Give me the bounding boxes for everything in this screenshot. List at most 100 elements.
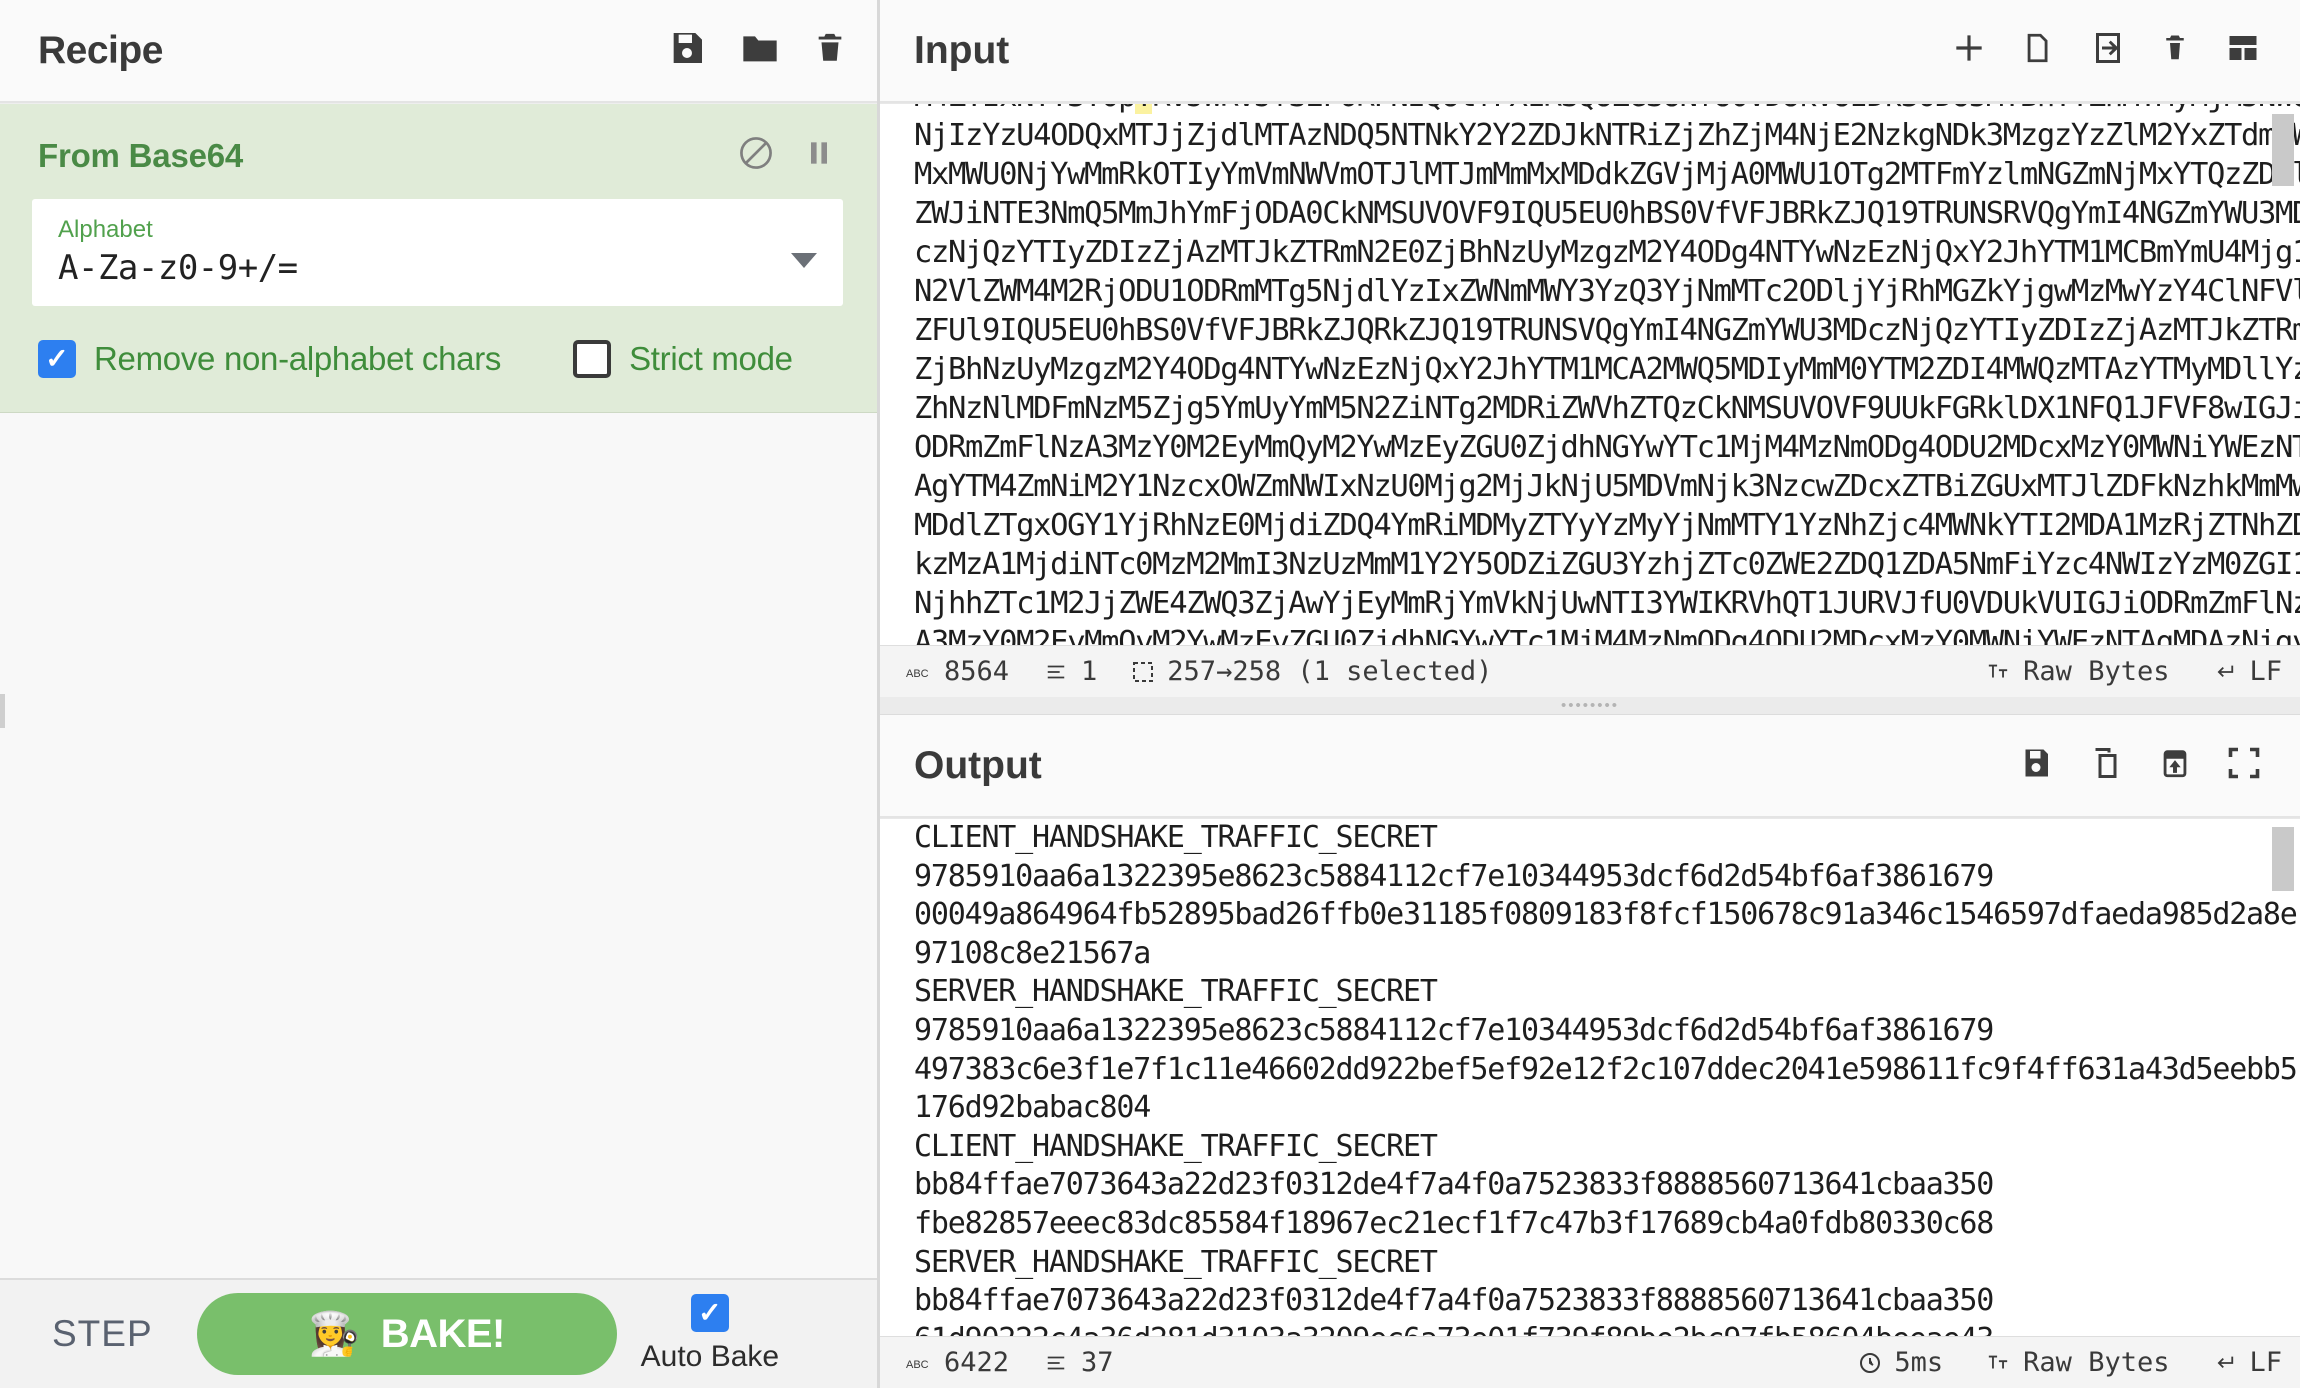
output-encoding-group[interactable]: Raw Bytes bbox=[1985, 1347, 2169, 1378]
input-length-group: ABC 8564 bbox=[906, 656, 1009, 687]
checkbox-box-checked[interactable]: ✓ bbox=[38, 340, 76, 378]
input-line[interactable]: kzMzA1MjdiNTc0MzM2MmI3NzUzMmM1Y2Y5ODZiZG… bbox=[914, 545, 2300, 584]
io-drag-handle[interactable]: •••••••• bbox=[880, 697, 2300, 715]
cyberchef-app: Recipe From Base64 Alphabet A-Za-z0-9+/=… bbox=[0, 0, 2300, 1388]
output-title: Output bbox=[914, 743, 1042, 787]
output-line[interactable]: SERVER_HANDSHAKE_TRAFFIC_SECRET bbox=[914, 973, 2272, 1012]
input-line[interactable]: NjIzYzU4ODQxMTJjZjdlMTAzNDQ5NTNkY2Y2ZDJk… bbox=[914, 116, 2300, 155]
input-text[interactable]: M4ZTIxNTY3Y0pTRVJWRVJfSEFORFNIQUtfFX1RSQ… bbox=[914, 104, 2300, 645]
cursor-position-icon bbox=[1131, 660, 1155, 684]
recipe-title: Recipe bbox=[38, 28, 163, 72]
input-line-ending-value[interactable]: LF bbox=[2249, 656, 2282, 687]
output-scrollbar-thumb[interactable] bbox=[2272, 827, 2294, 891]
output-line[interactable]: 176d92babac804 bbox=[914, 1089, 2272, 1128]
recipe-title-bar: Recipe bbox=[0, 0, 877, 103]
output-status-bar: ABC 6422 37 5ms Raw Bytes LF bbox=[880, 1336, 2300, 1388]
load-recipe-icon[interactable] bbox=[739, 28, 781, 73]
line-ending-icon bbox=[2211, 1352, 2237, 1374]
input-title: Input bbox=[914, 28, 1010, 72]
input-line[interactable]: A3MzY0M2EyMmQyM2YwMzEyZGU0ZjdhNGYwYTc1Mj… bbox=[914, 623, 2300, 645]
input-line[interactable]: ZhNzNlMDFmNzM5Zjg5YmUyYmM5N2ZiNTg2MDRiZW… bbox=[914, 389, 2300, 428]
input-position-value: 257→258 (1 selected) bbox=[1167, 656, 1493, 687]
output-scrollbar[interactable] bbox=[2272, 823, 2294, 1293]
output-length-group: ABC 6422 bbox=[906, 1347, 1009, 1378]
input-line[interactable]: N2VlZWM4M2RjODU1ODRmMTg5NjdlYzIxZWNmMWY3… bbox=[914, 272, 2300, 311]
input-line[interactable]: MDdlZTgxOGY1YjRhNzE0MjdiZDQ4YmRiMDMyZTYy… bbox=[914, 506, 2300, 545]
auto-bake-checkbox[interactable]: ✓ bbox=[690, 1294, 729, 1332]
strict-mode-checkbox[interactable]: Strict mode bbox=[573, 340, 793, 378]
replace-input-icon[interactable] bbox=[2158, 744, 2192, 787]
output-line[interactable]: bb84ffae7073643a22d23f0312de4f7a4f0a7523… bbox=[914, 1166, 2272, 1205]
open-file-icon[interactable] bbox=[2090, 29, 2126, 72]
operation-title: From Base64 bbox=[38, 136, 244, 174]
input-encoding-value[interactable]: Raw Bytes bbox=[2023, 656, 2169, 687]
pane-splitter-handle[interactable] bbox=[0, 694, 5, 728]
output-line[interactable]: SERVER_HANDSHAKE_TRAFFIC_SECRET bbox=[914, 1244, 2272, 1283]
open-folder-icon[interactable] bbox=[2022, 29, 2056, 72]
input-line[interactable]: ZWJiNTE3NmQ5MmJhYmFjODA0CkNMSUVOVF9IQU5E… bbox=[914, 194, 2300, 233]
input-line-ending-group[interactable]: LF bbox=[2211, 656, 2282, 687]
input-scrollbar-thumb[interactable] bbox=[2272, 114, 2294, 186]
output-line-ending-group[interactable]: LF bbox=[2211, 1347, 2282, 1378]
auto-bake-toggle[interactable]: ✓ Auto Bake bbox=[641, 1294, 779, 1374]
output-line[interactable]: fbe82857eeec83dc85584f18967ec21ecf1f7c47… bbox=[914, 1205, 2272, 1244]
input-title-bar: Input bbox=[880, 0, 2300, 103]
input-line[interactable]: ZjBhNzUyMzgzM2Y4ODg4NTYwNzEzNjQxY2JhYTM1… bbox=[914, 350, 2300, 389]
output-line[interactable]: 9785910aa6a1322395e8623c5884112cf7e10344… bbox=[914, 858, 2272, 897]
input-line[interactable]: ZFUl9IQU5EU0hBS0VfVFJBRkZJQRkZJQ19TRUNSV… bbox=[914, 311, 2300, 350]
remove-non-alphabet-chars-checkbox[interactable]: ✓ Remove non-alphabet chars bbox=[38, 340, 501, 378]
input-scrollbar[interactable] bbox=[2272, 108, 2294, 645]
operation-checkbox-row: ✓ Remove non-alphabet chars Strict mode bbox=[0, 306, 877, 378]
output-line[interactable]: 9785910aa6a1322395e8623c5884112cf7e10344… bbox=[914, 1012, 2272, 1051]
maximise-output-icon[interactable] bbox=[2226, 745, 2262, 786]
copy-output-icon[interactable] bbox=[2088, 744, 2124, 787]
step-button[interactable]: STEP bbox=[22, 1313, 183, 1355]
output-line[interactable]: 97108c8e21567a bbox=[914, 935, 2272, 974]
output-line-ending-value[interactable]: LF bbox=[2249, 1347, 2282, 1378]
bake-button[interactable]: 👩‍🍳 BAKE! bbox=[196, 1293, 617, 1375]
input-icon-group bbox=[1950, 29, 2262, 72]
save-recipe-icon[interactable] bbox=[667, 28, 707, 73]
output-line[interactable]: CLIENT_HANDSHAKE_TRAFFIC_SECRET bbox=[914, 1128, 2272, 1167]
input-status-right: Raw Bytes LF bbox=[1955, 656, 2282, 687]
bake-controls-bar: STEP 👩‍🍳 BAKE! ✓ Auto Bake bbox=[0, 1278, 877, 1388]
input-lines-value: 1 bbox=[1081, 656, 1098, 687]
output-encoding-value[interactable]: Raw Bytes bbox=[2023, 1347, 2169, 1378]
output-section: Output CLIENT_HANDSHAKE_TRAFFIC_SECRET 9… bbox=[880, 715, 2300, 1388]
input-line[interactable]: czNjQzYTIyZDIzZjAzMTJkZTRmN2E0ZjBhNzUyMz… bbox=[914, 233, 2300, 272]
output-text[interactable]: CLIENT_HANDSHAKE_TRAFFIC_SECRET 9785910aa… bbox=[914, 819, 2298, 1336]
recipe-operation-list[interactable]: From Base64 Alphabet A-Za-z0-9+/= ✓ Remo… bbox=[0, 103, 877, 1278]
alphabet-argument[interactable]: Alphabet A-Za-z0-9+/= bbox=[32, 199, 843, 306]
output-line[interactable]: 00049a864964fb52895bad26ffb0e31185f08091… bbox=[914, 896, 2298, 935]
output-length-value: 6422 bbox=[944, 1347, 1010, 1378]
output-line[interactable]: CLIENT_HANDSHAKE_TRAFFIC_SECRET bbox=[914, 819, 2272, 858]
input-line[interactable]: MxMWU0NjYwMmRkOTIyYmVmNWVmOTJlMTJmMmMxMD… bbox=[914, 155, 2300, 194]
output-line[interactable]: 497383c6e3f1e7f1c11e46602dd922bef5ef92e1… bbox=[914, 1051, 2298, 1090]
clear-input-icon[interactable] bbox=[2160, 29, 2190, 72]
clear-recipe-icon[interactable] bbox=[813, 28, 847, 73]
input-editor[interactable]: M4ZTIxNTY3Y0pTRVJWRVJfSEFORFNIQUtfFX1RSQ… bbox=[880, 103, 2300, 645]
checkbox-box-unchecked[interactable] bbox=[573, 340, 612, 378]
output-status-right: 5ms Raw Bytes LF bbox=[1828, 1347, 2282, 1378]
output-editor[interactable]: CLIENT_HANDSHAKE_TRAFFIC_SECRET 9785910aa… bbox=[880, 818, 2300, 1336]
output-line[interactable]: bb84ffae7073643a22d23f0312de4f7a4f0a7523… bbox=[914, 1282, 2272, 1321]
input-encoding-group[interactable]: Raw Bytes bbox=[1985, 656, 2169, 687]
pause-breakpoint-icon[interactable] bbox=[803, 135, 835, 176]
bake-button-label: BAKE! bbox=[380, 1311, 506, 1356]
output-line[interactable]: 61d90222c4a36d281d3103a3209ec6a73e01f739… bbox=[914, 1321, 2272, 1336]
input-line[interactable]: ODRmZmFlNzA3MzY0M2EyMmQyM2YwMzEyZGU0Zjdh… bbox=[914, 428, 2300, 467]
line-ending-icon bbox=[2211, 661, 2237, 683]
alphabet-value[interactable]: A-Za-z0-9+/= bbox=[58, 248, 783, 288]
remove-non-alphabet-chars-label: Remove non-alphabet chars bbox=[94, 340, 502, 377]
add-input-tab-icon[interactable] bbox=[1950, 29, 1988, 72]
save-output-icon[interactable] bbox=[2018, 744, 2054, 787]
check-icon: ✓ bbox=[45, 343, 69, 374]
chevron-down-icon[interactable] bbox=[791, 252, 817, 268]
input-line[interactable]: AgYTM4ZmNiM2Y1NzcxOWZmNWIxNzU0Mjg2MjJkNj… bbox=[914, 467, 2300, 506]
reset-pane-layout-icon[interactable] bbox=[2224, 30, 2262, 71]
input-line[interactable]: M4ZTIxNTY3Y0pTRVJWRVJfSEFORFNIQUtfFX1RSQ… bbox=[914, 104, 2300, 116]
check-icon: ✓ bbox=[698, 1297, 722, 1328]
disable-operation-icon[interactable] bbox=[737, 134, 775, 177]
recipe-operation-from-base64[interactable]: From Base64 Alphabet A-Za-z0-9+/= ✓ Remo… bbox=[0, 104, 877, 413]
input-line[interactable]: NjhhZTc1M2JjZWE4ZWQ3ZjAwYjEyMmRjYmVkNjUw… bbox=[914, 584, 2300, 623]
